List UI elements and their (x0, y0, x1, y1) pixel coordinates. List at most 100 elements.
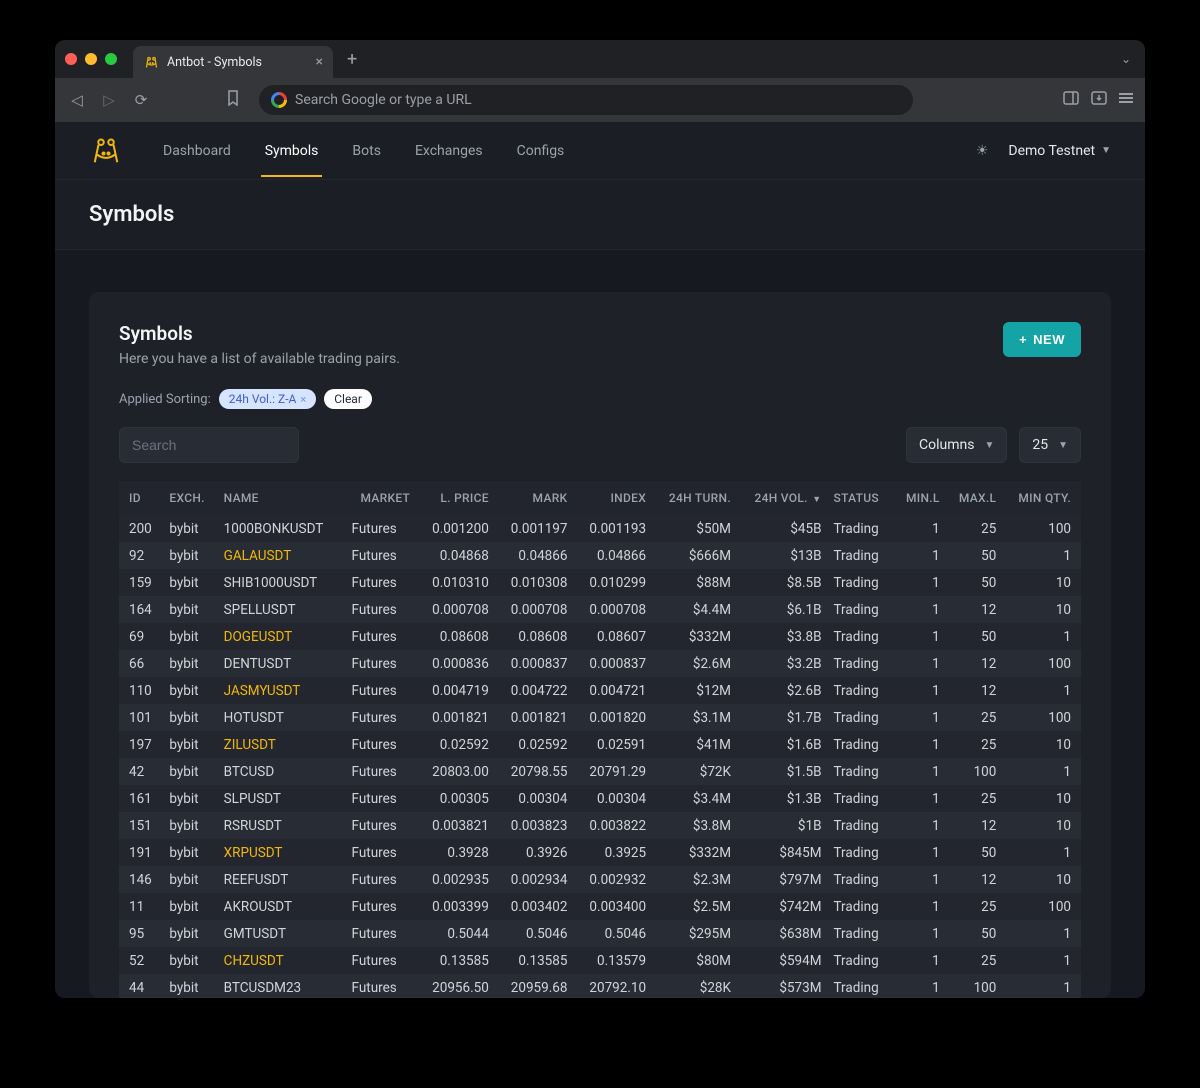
sort-pill[interactable]: 24h Vol.: Z-A × (219, 389, 316, 409)
page-size-select[interactable]: 25 ▼ (1019, 427, 1081, 463)
table-row[interactable]: 66bybitDENTUSDTFutures0.0008360.0008370.… (119, 650, 1081, 677)
table-row[interactable]: 161bybitSLPUSDTFutures0.003050.003040.00… (119, 785, 1081, 812)
column-header[interactable]: ID (119, 481, 163, 515)
chevron-down-icon: ▼ (1101, 145, 1111, 156)
column-header[interactable]: MARKET (346, 481, 417, 515)
columns-select[interactable]: Columns ▼ (906, 427, 1007, 463)
forward-button[interactable]: ▷ (99, 91, 119, 109)
table-row[interactable]: 101bybitHOTUSDTFutures0.0018210.0018210.… (119, 704, 1081, 731)
cell-vol: $13B (737, 542, 828, 569)
cell-maxl: 50 (946, 623, 1003, 650)
table-row[interactable]: 164bybitSPELLUSDTFutures0.0007080.000708… (119, 596, 1081, 623)
table-row[interactable]: 110bybitJASMYUSDTFutures0.0047190.004722… (119, 677, 1081, 704)
table-row[interactable]: 69bybitDOGEUSDTFutures0.086080.086080.08… (119, 623, 1081, 650)
table-row[interactable]: 191bybitXRPUSDTFutures0.39280.39260.3925… (119, 839, 1081, 866)
table-row[interactable]: 197bybitZILUSDTFutures0.025920.025920.02… (119, 731, 1081, 758)
columns-label: Columns (919, 437, 974, 453)
cell-minqty: 10 (1002, 596, 1081, 623)
minimize-window-button[interactable] (85, 53, 97, 65)
app-nav: Dashboard Symbols Bots Exchanges Configs ☀ D… (55, 122, 1145, 180)
cell-maxl: 12 (946, 866, 1003, 893)
table-row[interactable]: 95bybitGMTUSDTFutures0.50440.50460.5046$… (119, 920, 1081, 947)
close-tab-icon[interactable]: × (316, 54, 323, 70)
install-app-icon[interactable] (1091, 91, 1107, 109)
cell-market: Futures (346, 596, 417, 623)
table-row[interactable]: 200bybit1000BONKUSDTFutures0.0012000.001… (119, 515, 1081, 542)
plus-icon: + (1019, 332, 1027, 347)
table-row[interactable]: 92bybitGALAUSDTFutures0.048680.048660.04… (119, 542, 1081, 569)
table-row[interactable]: 42bybitBTCUSDFutures20803.0020798.552079… (119, 758, 1081, 785)
remove-sort-icon[interactable]: × (300, 393, 306, 406)
cell-exch: bybit (163, 758, 217, 785)
nav-link-dashboard[interactable]: Dashboard (159, 125, 235, 177)
cell-minl: 1 (893, 893, 945, 920)
new-button[interactable]: + NEW (1003, 322, 1081, 357)
cell-index: 0.04866 (573, 542, 652, 569)
close-window-button[interactable] (65, 53, 77, 65)
column-header[interactable]: L. PRICE (416, 481, 495, 515)
column-header[interactable]: MIN QTY. (1002, 481, 1081, 515)
cell-minl: 1 (893, 920, 945, 947)
cell-lprice: 0.004719 (416, 677, 495, 704)
column-header[interactable]: INDEX (573, 481, 652, 515)
new-tab-button[interactable]: + (341, 49, 363, 70)
cell-vol: $1.7B (737, 704, 828, 731)
nav-link-exchanges[interactable]: Exchanges (411, 125, 487, 177)
cell-minqty: 1 (1002, 623, 1081, 650)
table-row[interactable]: 146bybitREEFUSDTFutures0.0029350.0029340… (119, 866, 1081, 893)
theme-toggle-icon[interactable]: ☀ (976, 143, 989, 159)
side-panel-icon[interactable] (1063, 91, 1079, 109)
user-menu[interactable]: Demo Testnet ▼ (1008, 143, 1111, 159)
column-header[interactable]: STATUS (828, 481, 894, 515)
table-row[interactable]: 151bybitRSRUSDTFutures0.0038210.0038230.… (119, 812, 1081, 839)
address-bar[interactable]: Search Google or type a URL (259, 85, 913, 115)
cell-turn: $12M (652, 677, 737, 704)
cell-vol: $573M (737, 974, 828, 998)
cell-index: 0.001820 (573, 704, 652, 731)
table-row[interactable]: 159bybitSHIB1000USDTFutures0.0103100.010… (119, 569, 1081, 596)
menu-icon[interactable] (1119, 91, 1133, 109)
cell-minl: 1 (893, 704, 945, 731)
app-logo[interactable] (89, 134, 123, 168)
table-row[interactable]: 52bybitCHZUSDTFutures0.135850.135850.135… (119, 947, 1081, 974)
cell-market: Futures (346, 920, 417, 947)
table-row[interactable]: 11bybitAKROUSDTFutures0.0033990.0034020.… (119, 893, 1081, 920)
reload-button[interactable]: ⟳ (131, 91, 151, 109)
cell-minl: 1 (893, 542, 945, 569)
cell-exch: bybit (163, 920, 217, 947)
nav-link-bots[interactable]: Bots (348, 125, 385, 177)
cell-index: 0.010299 (573, 569, 652, 596)
column-header[interactable]: MIN.L (893, 481, 945, 515)
cell-minqty: 1 (1002, 947, 1081, 974)
nav-link-configs[interactable]: Configs (513, 125, 569, 177)
cell-id: 151 (119, 812, 163, 839)
tab-favicon (143, 54, 159, 70)
cell-mark: 0.000837 (495, 650, 574, 677)
bookmark-icon[interactable] (223, 90, 243, 110)
cell-index: 0.001193 (573, 515, 652, 542)
cell-lprice: 0.003821 (416, 812, 495, 839)
column-header[interactable]: 24H TURN. (652, 481, 737, 515)
cell-turn: $3.1M (652, 704, 737, 731)
column-header[interactable]: MAX.L (946, 481, 1003, 515)
cell-exch: bybit (163, 542, 217, 569)
browser-tab[interactable]: Antbot - Symbols × (133, 46, 333, 78)
column-header[interactable]: 24H VOL. ▼ (737, 481, 828, 515)
column-header[interactable]: MARK (495, 481, 574, 515)
clear-sort-button[interactable]: Clear (324, 389, 372, 409)
tab-list-button[interactable]: ⌄ (1121, 52, 1131, 66)
column-header[interactable]: NAME (218, 481, 346, 515)
cell-index: 20792.10 (573, 974, 652, 998)
cell-index: 0.00304 (573, 785, 652, 812)
column-header[interactable]: EXCH. (163, 481, 217, 515)
search-input[interactable] (119, 427, 299, 463)
nav-link-symbols[interactable]: Symbols (261, 125, 323, 177)
cell-mark: 0.003823 (495, 812, 574, 839)
cell-index: 0.000837 (573, 650, 652, 677)
cell-vol: $845M (737, 839, 828, 866)
new-button-label: NEW (1033, 332, 1065, 347)
table-row[interactable]: 44bybitBTCUSDM23Futures20956.5020959.682… (119, 974, 1081, 998)
maximize-window-button[interactable] (105, 53, 117, 65)
cell-lprice: 0.3928 (416, 839, 495, 866)
back-button[interactable]: ◁ (67, 91, 87, 109)
